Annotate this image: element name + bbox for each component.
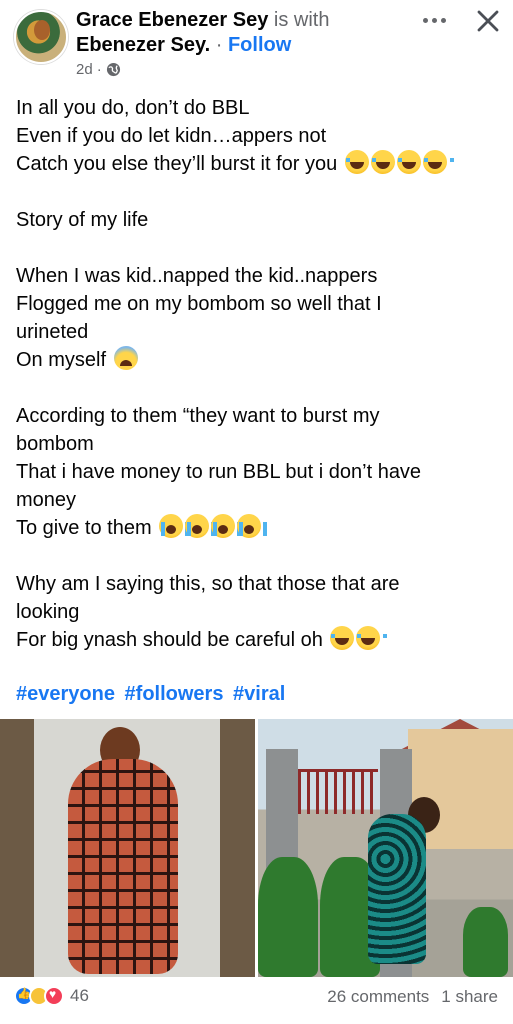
laughing-crying-emoji [370, 150, 402, 174]
engagement-stats: 26 comments 1 share [327, 987, 498, 1007]
follow-separator: · [215, 34, 223, 56]
author-name[interactable]: Grace Ebenezer Sey [76, 9, 268, 31]
post-body: In all you do, don’t do BBL Even if you … [16, 94, 504, 654]
laughing-crying-emoji [344, 150, 376, 174]
tagged-dot: . [204, 34, 211, 56]
photo-right[interactable] [258, 719, 513, 977]
hashtag-link[interactable]: #followers [125, 683, 224, 705]
post-header: Grace Ebenezer Sey is with Ebenezer Sey.… [0, 0, 513, 90]
laughing-crying-emoji [356, 626, 388, 650]
post-line: looking [16, 601, 80, 623]
post-line: Story of my life [16, 209, 149, 231]
post-line: money [16, 489, 77, 511]
comments-count[interactable]: 26 comments [327, 987, 429, 1007]
post-line: Catch you else they’ll burst it for you [16, 150, 504, 178]
laughing-crying-emoji [330, 626, 362, 650]
reaction-count: 46 [70, 986, 89, 1005]
reactions-summary[interactable]: 46 [14, 986, 89, 1006]
crying-emoji [159, 514, 190, 538]
crying-emoji [211, 514, 242, 538]
laughing-crying-emoji [396, 150, 428, 174]
tagged-name[interactable]: Ebenezer Sey [76, 34, 205, 56]
post-meta: 2d · [76, 61, 121, 78]
meta-separator: · [96, 61, 102, 78]
post-line: Even if you do let kidn…appers not [16, 125, 327, 147]
post-line: That i have money to run BBL but i don’t… [16, 461, 422, 483]
hashtags: #everyone #followers #viral [16, 680, 289, 708]
post-line: Why am I saying this, so that those that… [16, 573, 400, 595]
post-line: On myself [16, 346, 504, 374]
author-avatar[interactable] [14, 10, 68, 64]
hashtag-link[interactable]: #viral [233, 683, 285, 705]
love-icon [44, 986, 64, 1006]
post-line: urineted [16, 321, 89, 343]
post-time[interactable]: 2d [76, 61, 93, 78]
post-photos [0, 719, 513, 977]
hashtag-link[interactable]: #everyone [16, 683, 115, 705]
shares-count[interactable]: 1 share [441, 987, 498, 1007]
post-footer: 46 26 comments 1 share [0, 982, 513, 1014]
with-text: is with [273, 9, 330, 31]
post-line: In all you do, don’t do BBL [16, 97, 250, 119]
follow-button[interactable]: Follow [228, 34, 291, 56]
post-line: According to them “they want to burst my [16, 405, 380, 427]
globe-icon [106, 62, 120, 77]
laughing-crying-emoji [422, 150, 454, 174]
crying-emoji [237, 514, 268, 538]
post-line: To give to them . [16, 514, 504, 542]
close-icon[interactable] [473, 6, 503, 36]
more-options-icon[interactable] [419, 10, 449, 30]
author-line: Grace Ebenezer Sey is with [76, 8, 329, 32]
post-line: bombom [16, 433, 94, 455]
post-line: Flogged me on my bombom so well that I [16, 293, 382, 315]
post-line: For big ynash should be careful oh [16, 626, 504, 654]
tagged-line: Ebenezer Sey. · Follow [76, 33, 291, 57]
post-line: When I was kid..napped the kid..nappers [16, 265, 378, 287]
anxious-sweat-emoji [113, 346, 138, 370]
photo-left[interactable] [0, 719, 255, 977]
crying-emoji [185, 514, 216, 538]
